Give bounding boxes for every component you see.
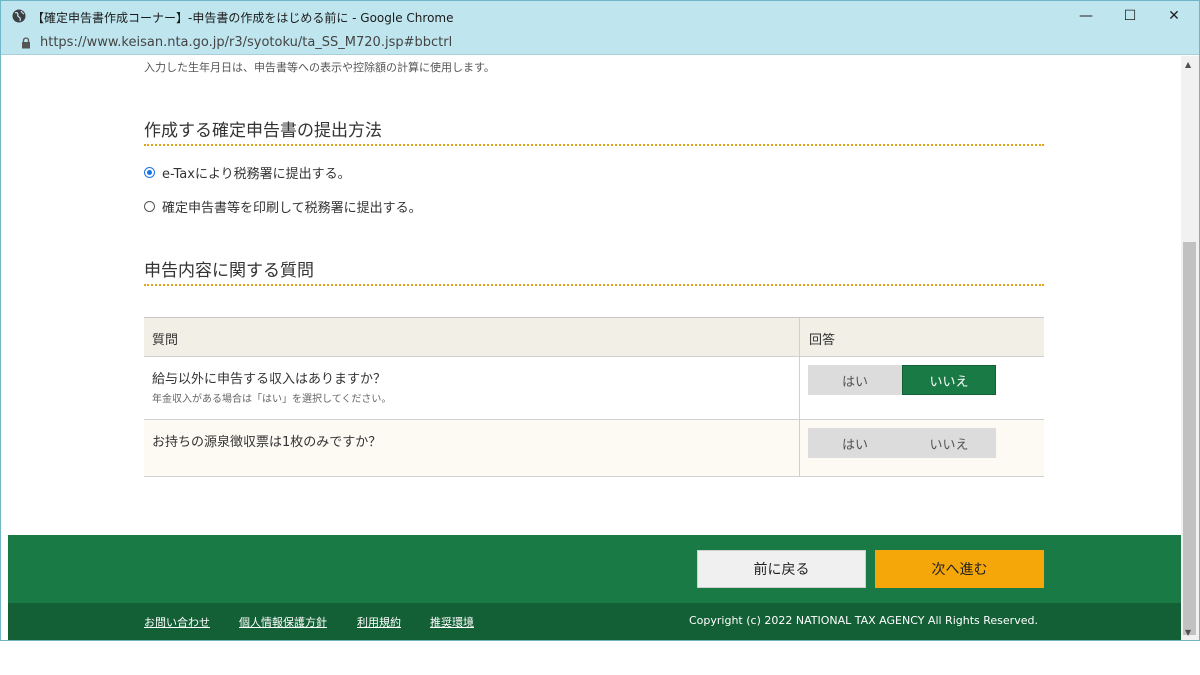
heading-divider (144, 144, 1044, 146)
table-row: 給与以外に申告する収入はありますか？ 年金収入がある場合は「はい」を選択してくだ… (144, 357, 1044, 420)
url-text[interactable]: https://www.keisan.nta.go.jp/r3/syotoku/… (40, 35, 452, 50)
scroll-up-arrow-icon[interactable]: ▲ (1185, 60, 1191, 69)
desktop: 【確定申告書作成コーナー】-申告書の作成をはじめる前に - Google Chr… (0, 0, 1200, 675)
question-text: お持ちの源泉徴収票は1枚のみですか？ (152, 435, 382, 450)
radio-option-etax[interactable]: e-Taxにより税務署に提出する。 (144, 163, 351, 182)
yes-button[interactable]: はい (808, 428, 902, 458)
maximize-button[interactable]: ☐ (1107, 1, 1153, 31)
heading-divider (144, 284, 1044, 286)
browser-window: 【確定申告書作成コーナー】-申告書の作成をはじめる前に - Google Chr… (0, 0, 1200, 641)
footer-link-terms[interactable]: 利用規約 (357, 614, 401, 630)
question-hint: 年金収入がある場合は「はい」を選択してください。 (152, 394, 392, 405)
vertical-scrollbar[interactable]: ▲ ▼ (1181, 56, 1199, 640)
address-bar[interactable]: https://www.keisan.nta.go.jp/r3/syotoku/… (1, 31, 1199, 55)
birthdate-note: 入力した生年月日は、申告書等への表示や控除額の計算に使用します。 (144, 61, 495, 74)
site-footer: お問い合わせ 個人情報保護方針 利用規約 推奨環境 Copyright (c) … (8, 603, 1181, 640)
footer-link-privacy[interactable]: 個人情報保護方針 (239, 614, 327, 630)
scroll-thumb[interactable] (1183, 242, 1196, 635)
title-bar[interactable]: 【確定申告書作成コーナー】-申告書の作成をはじめる前に - Google Chr… (1, 1, 1199, 31)
copyright-text: Copyright (c) 2022 NATIONAL TAX AGENCY A… (689, 614, 1038, 627)
radio-label: 確定申告書等を印刷して税務署に提出する。 (162, 201, 422, 216)
page-viewport: 入力した生年月日は、申告書等への表示や控除額の計算に使用します。 作成する確定申… (8, 56, 1181, 640)
no-button[interactable]: いいえ (902, 428, 996, 458)
radio-option-print[interactable]: 確定申告書等を印刷して税務署に提出する。 (144, 197, 422, 216)
scroll-down-arrow-icon[interactable]: ▼ (1185, 628, 1191, 637)
table-header: 質問 回答 (144, 318, 1044, 357)
submission-method-heading: 作成する確定申告書の提出方法 (144, 121, 382, 141)
next-button[interactable]: 次へ進む (875, 550, 1044, 588)
question-text: 給与以外に申告する収入はありますか？ (152, 372, 387, 387)
questions-table: 質問 回答 給与以外に申告する収入はありますか？ 年金収入がある場合は「はい」を… (144, 317, 1044, 477)
yes-button[interactable]: はい (808, 365, 902, 395)
minimize-button[interactable]: — (1063, 1, 1109, 31)
no-button-selected[interactable]: いいえ (902, 365, 996, 395)
radio-button[interactable] (144, 201, 155, 212)
close-button[interactable]: ✕ (1151, 1, 1197, 31)
window-title: 【確定申告書作成コーナー】-申告書の作成をはじめる前に - Google Chr… (32, 11, 454, 25)
radio-label: e-Taxにより税務署に提出する。 (162, 167, 351, 182)
back-button[interactable]: 前に戻る (697, 550, 866, 588)
navigation-bar: 前に戻る 次へ進む (8, 535, 1181, 603)
radio-button-selected[interactable] (144, 167, 155, 178)
globe-icon (12, 9, 26, 23)
column-header-question: 質問 (152, 333, 179, 348)
questions-heading: 申告内容に関する質問 (144, 261, 314, 281)
column-header-answer: 回答 (809, 333, 836, 348)
lock-icon (22, 37, 30, 49)
footer-link-contact[interactable]: お問い合わせ (144, 614, 210, 630)
table-row: お持ちの源泉徴収票は1枚のみですか？ はい いいえ (144, 420, 1044, 477)
footer-link-environment[interactable]: 推奨環境 (430, 614, 474, 630)
